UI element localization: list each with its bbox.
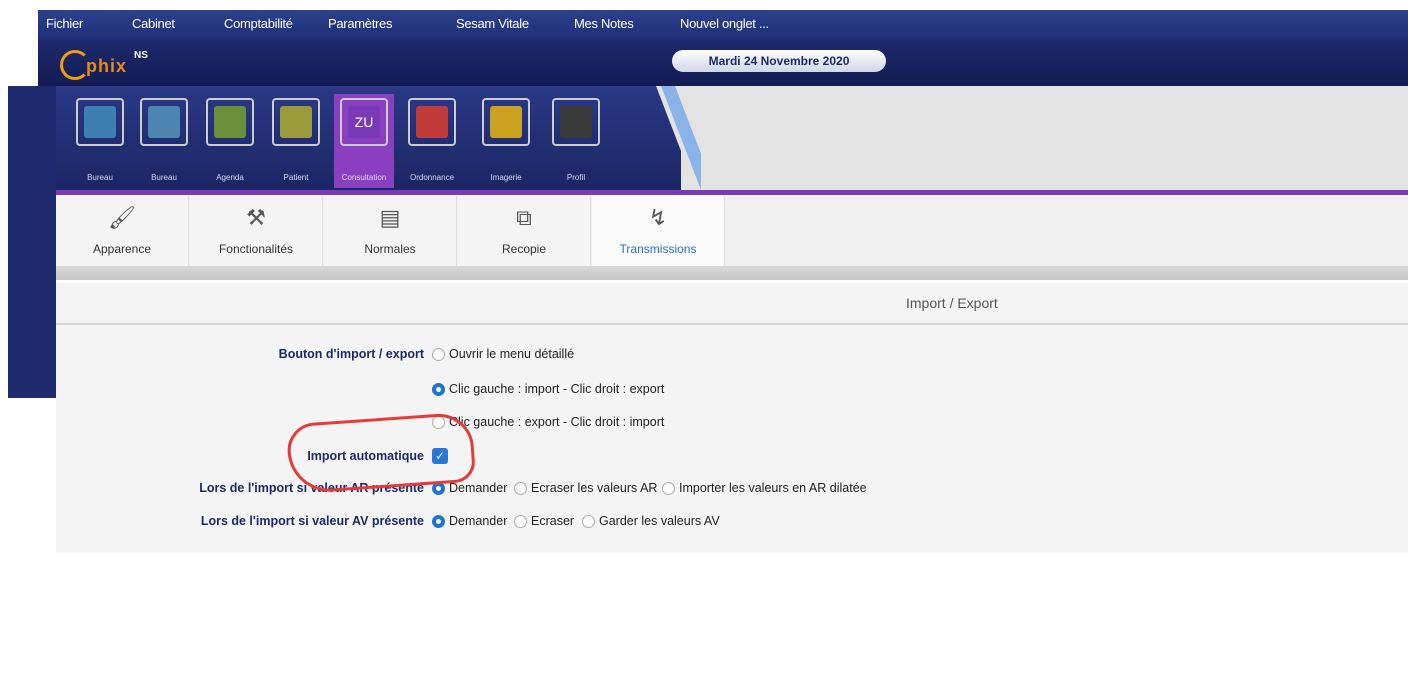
- module-patient-icon: [272, 98, 320, 146]
- module-consultation[interactable]: ZU Consultation: [334, 94, 394, 188]
- module-badge: ZU: [348, 106, 380, 138]
- tab-label: Normales: [364, 242, 416, 256]
- av-option-demander[interactable]: Demander: [432, 514, 507, 529]
- document-icon: ▤: [379, 205, 401, 230]
- brush-icon: 🖌: [108, 205, 136, 230]
- tab-label: Transmissions: [619, 242, 697, 256]
- menu-parametres[interactable]: Paramètres: [328, 16, 393, 31]
- tools-icon: ⚒: [246, 205, 266, 230]
- tab-recopie[interactable]: ⧉ Recopie: [458, 196, 591, 266]
- tab-apparence[interactable]: 🖌 Apparence: [56, 196, 189, 266]
- av-option-ecraser[interactable]: Ecraser: [514, 514, 574, 529]
- import-option-open-menu[interactable]: Ouvrir le menu détaillé: [432, 347, 574, 362]
- module-bureau-icon: [140, 98, 188, 146]
- radio-av-demander[interactable]: [432, 515, 445, 529]
- module-profil-icon: [552, 98, 600, 146]
- module-bureau-icon: [76, 98, 124, 146]
- menu-comptabilite[interactable]: Comptabilité: [224, 16, 293, 31]
- module-ordonnance[interactable]: Ordonnance: [402, 94, 462, 188]
- radio-av-garder[interactable]: [582, 515, 595, 529]
- module-agenda[interactable]: Agenda: [200, 94, 260, 188]
- tab-label: Apparence: [92, 242, 152, 256]
- module-label: Profil: [566, 173, 586, 182]
- module-patient[interactable]: Patient: [266, 94, 326, 188]
- settings-tabs: 🖌 Apparence ⚒ Fonctionalités ▤ Normales ⧉ Recop…: [56, 196, 1408, 276]
- current-date: Mardi 24 Novembre 2020: [672, 50, 886, 72]
- header-bar: phix NS Mardi 24 Novembre 2020: [38, 38, 1408, 86]
- module-label: Bureau: [151, 173, 177, 182]
- menu-fichier[interactable]: Fichier: [46, 16, 83, 31]
- import-option-left-import[interactable]: Clic gauche : import - Clic droit : expo…: [432, 382, 664, 397]
- tabs-divider: [56, 266, 1408, 280]
- ar-option-ecraser[interactable]: Ecraser les valeurs AR: [514, 481, 657, 496]
- copy-icon: ⧉: [516, 205, 532, 230]
- menu-bar: Fichier Cabinet Comptabilité Paramètres …: [38, 10, 1408, 38]
- app-logo: phix NS: [60, 44, 170, 80]
- tab-normales[interactable]: ▤ Normales: [324, 196, 457, 266]
- module-agenda-icon: [206, 98, 254, 146]
- radio-ar-dilatee[interactable]: [662, 482, 675, 496]
- menu-cabinet[interactable]: Cabinet: [132, 16, 175, 31]
- module-bureau[interactable]: Bureau: [134, 94, 194, 188]
- module-underline: [56, 190, 1408, 195]
- module-profil[interactable]: Profil: [546, 94, 606, 188]
- tab-transmissions[interactable]: ↯ Transmissions: [592, 196, 725, 266]
- module-label: Patient: [283, 173, 309, 182]
- module-imagerie[interactable]: Imagerie: [476, 94, 536, 188]
- transmit-icon: ↯: [648, 205, 668, 230]
- logo-text: phix: [86, 56, 128, 76]
- radio-open-menu[interactable]: [432, 348, 445, 362]
- menu-nouvel-onglet[interactable]: Nouvel onglet ...: [680, 16, 769, 31]
- menu-sesam-vitale[interactable]: Sesam Vitale: [456, 16, 529, 31]
- av-present-label: Lors de l'import si valeur AV présente: [200, 514, 424, 528]
- module-label: Consultation: [341, 173, 387, 182]
- left-strip: [8, 86, 56, 398]
- logo-superscript: NS: [134, 50, 148, 61]
- radio-ar-ecraser[interactable]: [514, 482, 527, 496]
- radio-av-ecraser[interactable]: [514, 515, 527, 529]
- radio-left-import[interactable]: [432, 383, 445, 397]
- module-label: Ordonnance: [409, 173, 455, 182]
- tab-label: Recopie: [501, 242, 547, 256]
- import-button-label: Bouton d'import / export: [278, 347, 424, 361]
- module-label: Agenda: [216, 173, 244, 182]
- module-consultation-icon: ZU: [340, 98, 388, 146]
- tab-label: Fonctionalités: [218, 242, 294, 256]
- av-option-garder[interactable]: Garder les valeurs AV: [582, 514, 720, 529]
- section-title: Import / Export: [906, 295, 998, 311]
- module-label: Imagerie: [490, 173, 522, 182]
- red-highlight-annotation: [285, 411, 477, 495]
- module-label: Bureau: [87, 173, 113, 182]
- section-header: Import / Export: [56, 283, 1408, 325]
- module-imagerie-icon: [482, 98, 530, 146]
- ar-option-importer-dilatee[interactable]: Importer les valeurs en AR dilatée: [662, 481, 867, 496]
- menu-mes-notes[interactable]: Mes Notes: [574, 16, 634, 31]
- module-bureau[interactable]: Bureau: [70, 94, 130, 188]
- module-ordonnance-icon: [408, 98, 456, 146]
- tab-fonctionalités[interactable]: ⚒ Fonctionalités: [190, 196, 323, 266]
